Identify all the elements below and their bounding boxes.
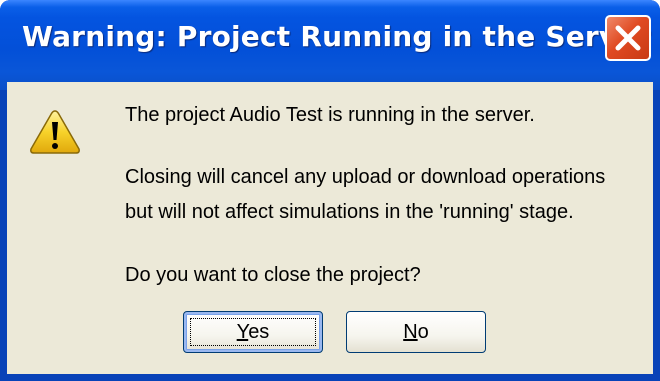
warning-icon bbox=[30, 110, 80, 154]
close-button[interactable] bbox=[605, 15, 651, 61]
title-bar[interactable]: Warning: Project Running in the Server bbox=[0, 0, 660, 90]
yes-accelerator: Y bbox=[236, 321, 249, 343]
dialog-title: Warning: Project Running in the Server bbox=[22, 20, 651, 53]
message-line-1: The project Audio Test is running in the… bbox=[125, 104, 535, 126]
no-accelerator: N bbox=[403, 321, 418, 343]
close-icon bbox=[615, 25, 641, 51]
yes-button[interactable]: Yes bbox=[183, 311, 323, 353]
no-label-rest: o bbox=[417, 321, 429, 343]
message-line-3: but will not affect simulations in the '… bbox=[125, 201, 574, 223]
message-line-2: Closing will cancel any upload or downlo… bbox=[125, 166, 606, 188]
dialog-window: Warning: Project Running in the Server T… bbox=[0, 0, 660, 381]
no-button-label: No bbox=[403, 321, 429, 343]
yes-label-rest: es bbox=[248, 321, 270, 343]
dialog-body: The project Audio Test is running in the… bbox=[7, 82, 653, 374]
no-button[interactable]: No bbox=[346, 311, 486, 353]
message-question: Do you want to close the project? bbox=[125, 264, 421, 286]
yes-button-label: Yes bbox=[237, 321, 270, 343]
